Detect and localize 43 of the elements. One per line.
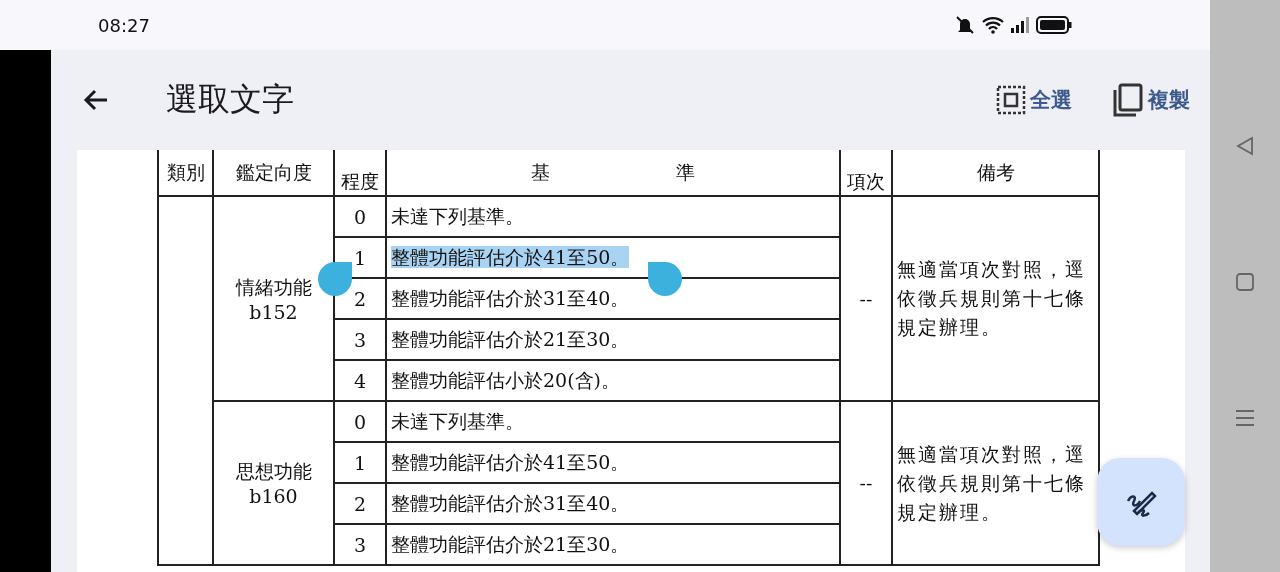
criterion-text: 整體功能評估介於21至30。 — [391, 327, 630, 350]
edit-fab[interactable] — [1097, 458, 1185, 546]
criterion-text: 整體功能評估介於31至40。 — [391, 286, 630, 309]
home-nav-icon[interactable] — [1235, 272, 1255, 292]
page-title: 選取文字 — [166, 79, 294, 120]
dimension-name: 情緒功能 — [234, 274, 313, 300]
criterion-text: 整體功能評估介於41至50。 — [391, 450, 630, 473]
remarks-cell: 無適當項次對照，逕依徵兵規則第十七條規定辦理。 — [892, 196, 1099, 401]
select-all-icon — [996, 85, 1026, 115]
copy-button[interactable]: 複製 — [1112, 83, 1190, 117]
degree-cell: 4 — [334, 360, 386, 401]
copy-icon — [1112, 83, 1144, 117]
degree-cell: 2 — [334, 483, 386, 524]
signal-icon — [1010, 17, 1030, 33]
dimension-code: b152 — [248, 300, 299, 323]
criterion-text: 整體功能評估介於21至30。 — [391, 532, 630, 555]
degree-cell: 1 — [334, 442, 386, 483]
criterion-text: 未達下列基準。 — [391, 409, 524, 432]
muted-bell-icon — [954, 15, 976, 35]
back-nav-icon[interactable] — [1235, 136, 1255, 156]
status-time: 08:27 — [98, 14, 150, 36]
column-header: 類別 — [166, 160, 205, 183]
criterion-text: 整體功能評估小於20(含)。 — [391, 368, 620, 391]
criterion-text: 未達下列基準。 — [391, 204, 524, 227]
degree-cell: 0 — [334, 401, 386, 442]
battery-icon — [1036, 16, 1072, 34]
degree-cell: 0 — [334, 196, 386, 237]
dimension-code: b160 — [248, 485, 299, 507]
wifi-icon — [982, 16, 1004, 34]
column-header: 備考 — [976, 160, 1015, 183]
column-header: 程度 — [341, 170, 379, 192]
dimension-name: 思想功能 — [234, 459, 313, 484]
select-all-button[interactable]: 全選 — [996, 83, 1072, 117]
criterion-text: 整體功能評估介於41至50。 — [391, 245, 630, 268]
reference-cell: -- — [840, 401, 892, 565]
column-header: 鑑定向度 — [235, 160, 312, 183]
criterion-text: 整體功能評估介於31至40。 — [391, 491, 630, 514]
column-header: 項次 — [847, 170, 885, 192]
degree-cell: 3 — [334, 319, 386, 360]
degree-cell: 3 — [334, 524, 386, 565]
reference-cell: -- — [840, 196, 892, 401]
column-header: 基 準 — [530, 160, 695, 183]
menu-icon[interactable] — [1235, 408, 1255, 428]
